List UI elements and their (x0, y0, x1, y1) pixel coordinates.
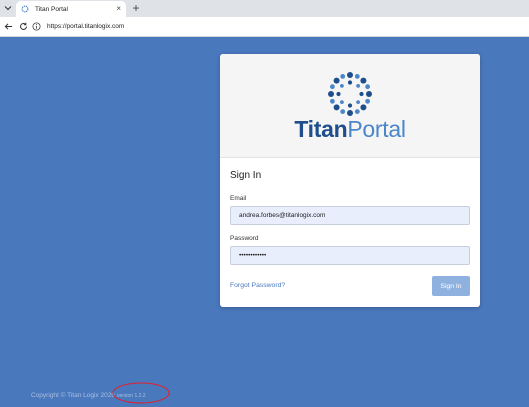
email-label: Email (230, 195, 247, 202)
brand-word-titan: Titan (294, 116, 348, 142)
close-icon[interactable]: × (116, 5, 121, 13)
copyright-text: Copyright © Titan Logix 2026 (31, 392, 115, 399)
plus-icon[interactable]: + (130, 1, 142, 15)
titan-logo-icon (21, 5, 29, 13)
sign-in-button[interactable]: Sign In (432, 276, 470, 296)
site-info-icon[interactable] (32, 22, 41, 31)
browser-tab-bar: Titan Portal × + (0, 0, 529, 17)
annotation-ellipse (112, 382, 170, 404)
back-arrow-icon[interactable] (2, 20, 14, 32)
password-label: Password (230, 235, 259, 242)
form-title: Sign In (230, 170, 262, 181)
login-card: TitanPortal Sign In Email Password Forgo… (220, 54, 480, 307)
brand-wordmark: TitanPortal (220, 116, 480, 143)
password-field[interactable] (230, 246, 470, 265)
address-input[interactable]: https://portal.titanlogix.com (32, 20, 529, 33)
chevron-down-icon[interactable] (2, 2, 14, 14)
titan-logo-icon (328, 72, 372, 116)
tab-title: Titan Portal (35, 5, 68, 13)
url-text: https://portal.titanlogix.com (47, 23, 125, 30)
browser-address-bar: https://portal.titanlogix.com (0, 17, 529, 37)
forgot-password-link[interactable]: Forgot Password? (230, 282, 285, 289)
email-field[interactable] (230, 206, 470, 225)
reload-icon[interactable] (17, 20, 29, 32)
browser-tab[interactable]: Titan Portal × (16, 1, 126, 17)
card-header: TitanPortal (220, 54, 480, 158)
brand-word-portal: Portal (347, 116, 406, 142)
